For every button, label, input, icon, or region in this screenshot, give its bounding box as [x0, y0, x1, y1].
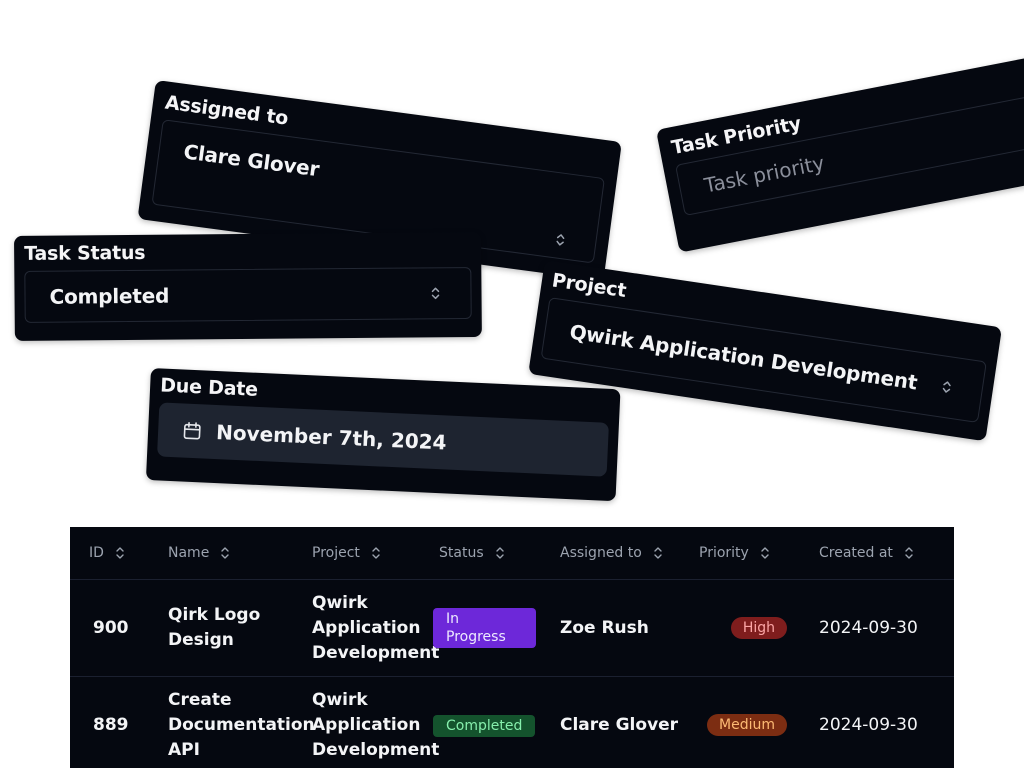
calendar-icon [183, 421, 201, 440]
status-badge: Completed [433, 714, 536, 737]
header-created-at[interactable]: Created at [795, 545, 954, 561]
table-row[interactable]: 889 Create Documentation API Qwirk Appli… [70, 677, 954, 768]
due-date-value: November 7th, 2024 [215, 420, 448, 455]
sort-icon [116, 547, 124, 559]
chevron-updown-icon [556, 234, 565, 246]
cell-assigned-to: Clare Glover [560, 714, 679, 735]
header-project[interactable]: Project [290, 545, 416, 561]
cell-id: 900 [93, 617, 129, 638]
sort-icon [372, 547, 380, 559]
task-priority-card: Task Priority Task priority [656, 53, 1024, 253]
table-row[interactable]: 900 Qirk Logo Design Qwirk Application D… [70, 580, 954, 677]
cell-name: Qirk Logo Design [168, 605, 261, 650]
sort-icon [495, 547, 504, 559]
header-name[interactable]: Name [146, 545, 290, 561]
chevron-updown-icon [431, 287, 440, 300]
due-date-card: Due Date November 7th, 2024 [145, 368, 621, 502]
header-priority[interactable]: Priority [681, 545, 795, 561]
task-status-label: Task Status [24, 241, 146, 265]
task-status-select[interactable]: Completed [24, 267, 472, 323]
header-assigned-to[interactable]: Assigned to [536, 545, 681, 561]
priority-badge: High [730, 617, 787, 639]
cell-priority: High [681, 617, 795, 639]
stage: Assigned to Clare Glover Task Priority T… [0, 0, 1024, 768]
cell-id: 889 [93, 714, 129, 735]
sort-icon [761, 547, 769, 559]
table-header: ID Name Project Status Assigned to Prior… [70, 527, 954, 580]
sort-icon [221, 547, 230, 559]
tasks-table: ID Name Project Status Assigned to Prior… [70, 527, 954, 768]
cell-status: Completed [416, 713, 536, 738]
header-status[interactable]: Status [416, 545, 536, 561]
status-badge: In Progress [433, 607, 536, 648]
assigned-to-value: Clare Glover [182, 139, 321, 182]
cell-created-at: 2024-09-30 [819, 714, 918, 735]
cell-created-at: 2024-09-30 [819, 617, 918, 638]
cell-status: In Progress [416, 607, 536, 649]
header-id[interactable]: ID [70, 545, 146, 561]
priority-badge: Medium [707, 714, 787, 736]
task-status-card: Task Status Completed [14, 231, 482, 341]
sort-icon [654, 547, 662, 559]
chevron-updown-icon [942, 381, 951, 393]
task-priority-placeholder: Task priority [702, 150, 827, 198]
cell-assigned-to: Zoe Rush [560, 617, 649, 638]
cell-name: Create Documentation API [168, 689, 315, 760]
cell-project: Qwirk Application Development [312, 592, 440, 663]
cell-project: Qwirk Application Development [312, 689, 440, 760]
sort-icon [905, 547, 913, 559]
task-status-value: Completed [49, 283, 170, 309]
cell-priority: Medium [681, 714, 795, 736]
